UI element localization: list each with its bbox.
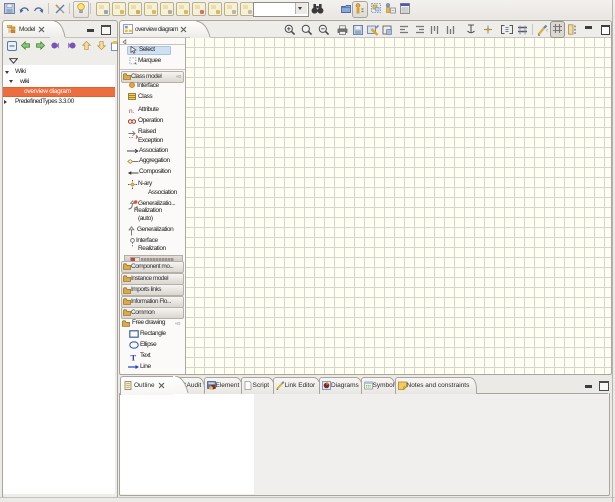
svg-text:n.: n. <box>129 108 135 114</box>
svg-text:T: T <box>131 353 137 361</box>
